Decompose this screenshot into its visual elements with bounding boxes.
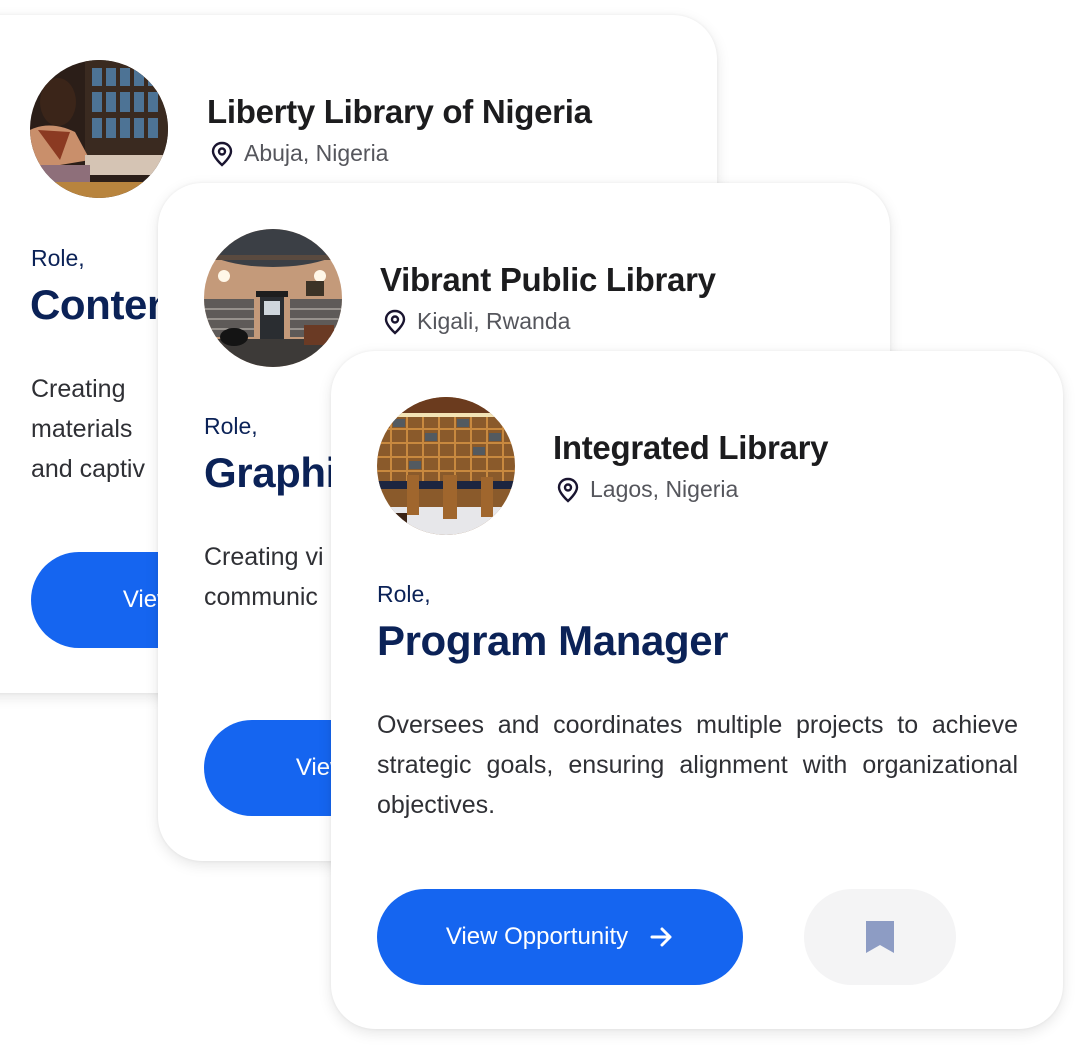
- organization-avatar: [204, 229, 342, 367]
- arrow-right-icon: [650, 927, 672, 947]
- bookmark-button[interactable]: [804, 889, 956, 985]
- bookmark-icon: [866, 921, 894, 953]
- public-library-photo: [204, 229, 342, 367]
- location: Lagos, Nigeria: [556, 476, 738, 503]
- location-text: Kigali, Rwanda: [417, 308, 571, 334]
- location-text: Lagos, Nigeria: [590, 476, 739, 502]
- location: Abuja, Nigeria: [210, 140, 388, 167]
- organization-name: Integrated Library: [553, 429, 829, 466]
- location-text: Abuja, Nigeria: [244, 140, 389, 166]
- location: Kigali, Rwanda: [383, 308, 570, 335]
- role-label: Role,: [31, 245, 85, 271]
- role-label: Role,: [204, 413, 258, 439]
- woman-in-library-photo: [30, 60, 168, 198]
- role-label: Role,: [377, 581, 431, 607]
- organization-name: Liberty Library of Nigeria: [207, 93, 592, 130]
- view-opportunity-button[interactable]: View Opportunity: [377, 889, 743, 985]
- organization-avatar: [377, 397, 515, 535]
- location-pin-icon: [211, 141, 233, 167]
- role-description: Oversees and coordinates multiple projec…: [377, 711, 1018, 819]
- location-pin-icon: [557, 477, 579, 503]
- organization-avatar: [30, 60, 168, 198]
- organization-name: Vibrant Public Library: [380, 261, 716, 298]
- opportunity-cards-stack: Liberty Library of Nigeria Abuja, Nigeri…: [0, 0, 1079, 1046]
- role-title: Program Manager: [377, 617, 729, 664]
- wooden-bookshelves-photo: [377, 397, 515, 535]
- opportunity-card: Integrated Library Lagos, Nigeria Role, …: [331, 351, 1063, 1029]
- location-pin-icon: [384, 309, 406, 335]
